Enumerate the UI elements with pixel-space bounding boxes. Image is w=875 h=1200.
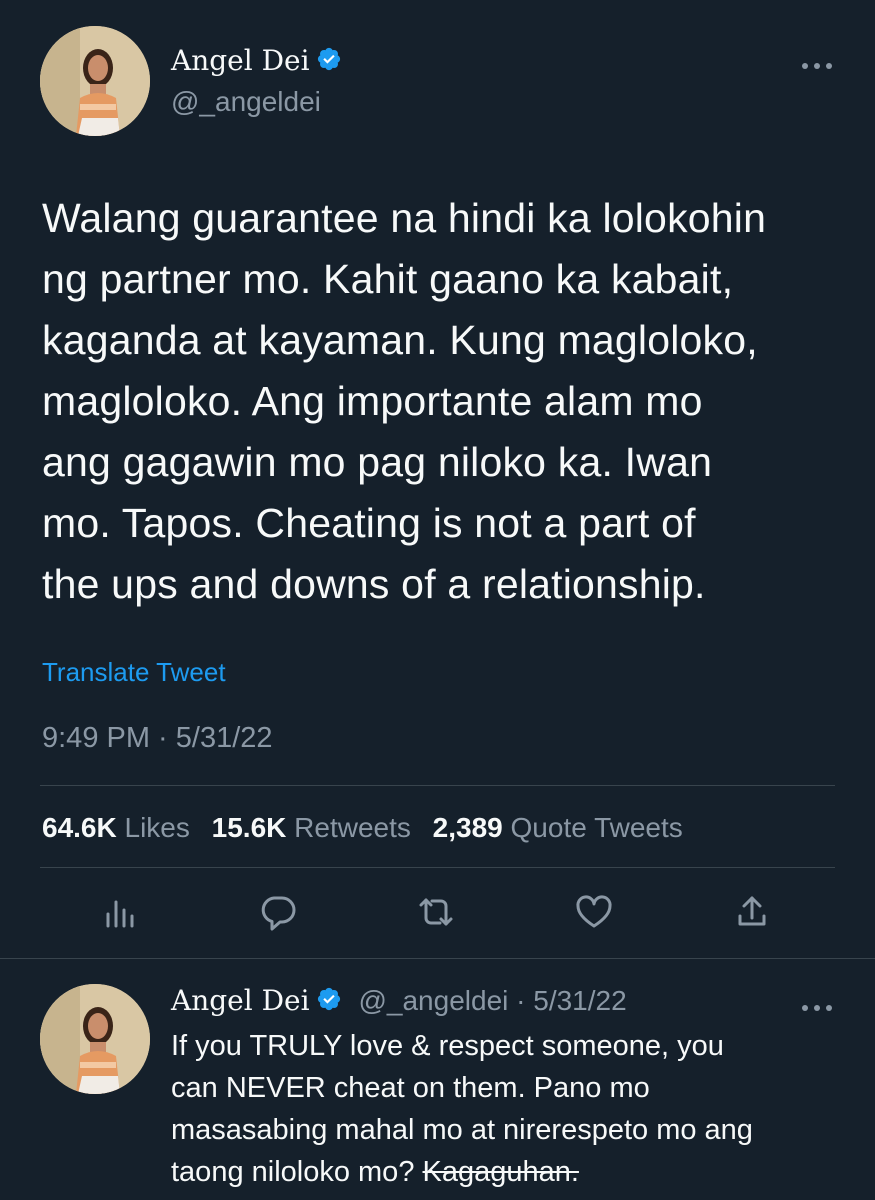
translate-tweet-link[interactable]: Translate Tweet — [42, 657, 226, 688]
reply-text-struck: Kagaguhan. — [422, 1156, 579, 1188]
divider-top — [40, 785, 835, 786]
reply-separator: · — [516, 985, 526, 1016]
author-avatar[interactable] — [40, 26, 150, 136]
retweets-stat[interactable]: 15.6K Retweets — [212, 812, 411, 843]
verified-badge-icon — [316, 46, 342, 79]
quotes-label: Quote Tweets — [510, 812, 683, 843]
reply-icon[interactable] — [254, 888, 302, 936]
analytics-icon[interactable] — [96, 888, 144, 936]
likes-stat[interactable]: 64.6K Likes — [42, 812, 190, 843]
reply-meta: @_angeldei · 5/31/22 — [358, 985, 626, 1016]
reply-verified-badge-icon — [316, 986, 342, 1019]
engagement-stats: 64.6K Likes 15.6K Retweets 2,389 Quote T… — [42, 812, 697, 844]
author-name[interactable]: Angel Dei — [171, 44, 342, 79]
likes-label: Likes — [124, 812, 190, 843]
reply-author-name[interactable]: Angel Dei — [171, 984, 310, 1017]
author-name-text: Angel Dei — [171, 44, 310, 77]
share-icon[interactable] — [728, 888, 776, 936]
reply-avatar-photo — [40, 984, 150, 1094]
tweet-text: Walang guarantee na hindi ka lolokohin n… — [42, 195, 767, 607]
likes-count: 64.6K — [42, 812, 117, 843]
reply-tweet-text: If you TRULY love & respect someone, you… — [171, 1025, 841, 1193]
avatar-photo — [40, 26, 150, 136]
reply-author-avatar[interactable] — [40, 984, 150, 1094]
reply-header: Angel Dei @_angeldei · 5/31/22 — [171, 984, 627, 1019]
tweet-action-bar — [0, 888, 875, 944]
quotes-count: 2,389 — [432, 812, 503, 843]
tweet-timestamp[interactable]: 9:49 PM · 5/31/22 — [42, 722, 273, 755]
more-options-icon[interactable] — [801, 52, 833, 76]
retweets-count: 15.6K — [211, 812, 287, 843]
reply-date[interactable]: 5/31/22 — [533, 985, 626, 1016]
retweet-icon[interactable] — [412, 888, 460, 936]
like-icon[interactable] — [570, 888, 618, 936]
quote-tweets-stat[interactable]: 2,389 Quote Tweets — [433, 812, 683, 843]
reply-author-handle[interactable]: @_angeldei — [358, 985, 508, 1016]
divider-middle — [40, 867, 835, 868]
reply-more-options-icon[interactable] — [801, 994, 833, 1018]
divider-bottom — [0, 958, 875, 959]
retweets-label: Retweets — [294, 812, 411, 843]
author-handle[interactable]: @_angeldei — [171, 86, 321, 118]
